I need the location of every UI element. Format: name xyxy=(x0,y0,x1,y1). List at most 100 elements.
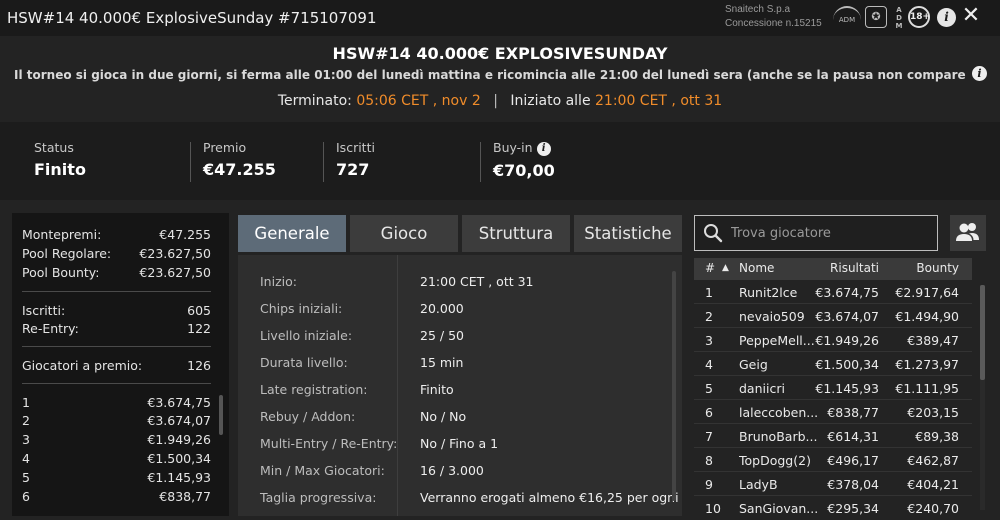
col-position[interactable]: # xyxy=(705,261,715,275)
tab-generale[interactable]: Generale xyxy=(238,215,346,252)
iscritti-label: Iscritti: xyxy=(22,303,66,318)
col-name[interactable]: Nome xyxy=(739,261,774,275)
payout-position: 1 xyxy=(22,395,30,410)
stat-divider xyxy=(323,142,324,182)
reentry-label: Re-Entry: xyxy=(22,321,79,336)
buyin-info-icon[interactable]: i xyxy=(536,142,551,156)
prize-stat: Premio €47.255 xyxy=(203,140,276,179)
table-row[interactable]: 5 daniicri €1.145,93 €1.111,95 xyxy=(694,377,972,400)
iscritti-value: 605 xyxy=(187,303,211,318)
description-info-icon[interactable]: i xyxy=(972,66,987,81)
info-label: Inizio: xyxy=(260,274,297,289)
pool-bounty-row: Pool Bounty: €23.627,50 xyxy=(22,265,211,280)
table-row[interactable]: 6 laleccoben... €838,77 €203,15 xyxy=(694,401,972,424)
row-position: 7 xyxy=(705,429,713,444)
row-result: €3.674,75 xyxy=(815,285,879,300)
prize-value: €47.255 xyxy=(203,160,276,179)
montepremi-value: €47.255 xyxy=(159,227,211,242)
info-value: 20.000 xyxy=(420,301,464,316)
operator-name: Snaitech S.p.a xyxy=(725,4,791,15)
row-position: 2 xyxy=(705,309,713,324)
operator-concession: Concessione n.15215 xyxy=(725,18,822,29)
payout-row: 3 €1.949,26 xyxy=(22,432,211,447)
row-bounty: €389,47 xyxy=(907,333,959,348)
tab-struttura[interactable]: Struttura xyxy=(462,215,570,252)
age-restriction-icon: 18+ xyxy=(908,6,930,28)
row-name: nevaio509 xyxy=(739,309,805,324)
row-bounty: €404,21 xyxy=(907,477,959,492)
sort-ascending-icon[interactable]: ▲ xyxy=(722,263,729,273)
row-bounty: €2.917,64 xyxy=(895,285,959,300)
info-value: 15 min xyxy=(420,355,464,370)
row-position: 3 xyxy=(705,333,713,348)
info-icon[interactable]: i xyxy=(937,8,956,27)
table-row[interactable]: 7 BrunoBarb... €614,31 €89,38 xyxy=(694,425,972,448)
info-label: Rebuy / Addon: xyxy=(260,409,356,424)
player-search[interactable] xyxy=(694,215,938,251)
row-result: €838,77 xyxy=(827,405,879,420)
info-scrollbar[interactable] xyxy=(672,271,676,501)
info-value: 16 / 3.000 xyxy=(420,463,484,478)
row-name: daniicri xyxy=(739,381,785,396)
tournament-dates: Terminato: 05:06 CET , nov 2 | Iniziato … xyxy=(0,93,1000,109)
payouts-scrollbar[interactable] xyxy=(219,395,223,435)
paid-players-value: 126 xyxy=(187,358,211,373)
info-value: 25 / 50 xyxy=(420,328,464,343)
row-name: Runit2lce xyxy=(739,285,798,300)
close-icon[interactable]: ✕ xyxy=(960,3,982,29)
table-row[interactable]: 8 TopDogg(2) €496,17 €462,87 xyxy=(694,449,972,472)
col-results[interactable]: Risultati xyxy=(830,261,879,275)
payout-position: 2 xyxy=(22,413,30,428)
row-position: 1 xyxy=(705,285,713,300)
reentry-value: 122 xyxy=(187,321,211,336)
tab-gioco[interactable]: Gioco xyxy=(350,215,458,252)
info-value: Finito xyxy=(420,382,454,397)
payout-row: 4 €1.500,34 xyxy=(22,451,211,466)
players-scrollbar-thumb[interactable] xyxy=(980,285,985,380)
row-name: LadyB xyxy=(739,477,778,492)
summary-band: Status Finito Premio €47.255 Iscritti 72… xyxy=(0,122,1000,200)
entrants-label: Iscritti xyxy=(336,140,375,155)
table-row[interactable]: 1 Runit2lce €3.674,75 €2.917,64 xyxy=(694,281,972,304)
row-bounty: €203,15 xyxy=(907,405,959,420)
payout-row: 2 €3.674,07 xyxy=(22,413,211,428)
players-table: # ▲ Nome Risultati Bounty 1 Runit2lce €3.6… xyxy=(694,258,972,516)
table-row[interactable]: 2 nevaio509 €3.674,07 €1.494,90 xyxy=(694,305,972,328)
tab-statistiche[interactable]: Statistiche xyxy=(574,215,682,252)
payout-amount: €3.674,75 xyxy=(147,395,211,410)
table-row[interactable]: 10 SanGiovan... €295,34 €240,70 xyxy=(694,497,972,516)
row-name: TopDogg(2) xyxy=(739,453,811,468)
row-result: €614,31 xyxy=(827,429,879,444)
row-result: €1.949,26 xyxy=(815,333,879,348)
row-position: 10 xyxy=(705,501,721,516)
pool-bounty-value: €23.627,50 xyxy=(139,265,211,280)
montepremi-row: Montepremi: €47.255 xyxy=(22,227,211,242)
ended-value: 05:06 CET , nov 2 xyxy=(356,93,481,109)
pool-regular-row: Pool Regolare: €23.627,50 xyxy=(22,246,211,261)
paid-players-row: Giocatori a premio: 126 xyxy=(22,358,211,373)
status-stat: Status Finito xyxy=(34,140,86,179)
row-bounty: €240,70 xyxy=(907,501,959,516)
info-label: Min / Max Giocatori: xyxy=(260,463,385,478)
table-row[interactable]: 4 Geig €1.500,34 €1.273,97 xyxy=(694,353,972,376)
title-bar: HSW#14 40.000€ ExplosiveSunday #71510709… xyxy=(0,0,1000,36)
table-row[interactable]: 9 LadyB €378,04 €404,21 xyxy=(694,473,972,496)
col-bounty[interactable]: Bounty xyxy=(916,261,959,275)
payout-position: 3 xyxy=(22,432,30,447)
divider xyxy=(22,346,211,347)
search-input[interactable] xyxy=(731,217,931,249)
row-result: €1.500,34 xyxy=(815,357,879,372)
info-label: Multi-Entry / Re-Entry: xyxy=(260,436,398,451)
paid-players-label: Giocatori a premio: xyxy=(22,358,143,373)
operator-info: Snaitech S.p.a Concessione n.15215 xyxy=(725,3,822,31)
pool-bounty-label: Pool Bounty: xyxy=(22,265,100,280)
row-position: 9 xyxy=(705,477,713,492)
tournament-description: Il torneo si gioca in due giorni, si fer… xyxy=(14,68,969,82)
row-bounty: €1.273,97 xyxy=(895,357,959,372)
players-button[interactable] xyxy=(950,215,986,251)
table-row[interactable]: 3 PeppeMell... €1.949,26 €389,47 xyxy=(694,329,972,352)
tournament-title: HSW#14 40.000€ EXPLOSIVESUNDAY xyxy=(332,44,668,63)
ended-label: Terminato: xyxy=(277,93,352,109)
row-name: laleccoben... xyxy=(739,405,817,420)
row-result: €295,34 xyxy=(827,501,879,516)
